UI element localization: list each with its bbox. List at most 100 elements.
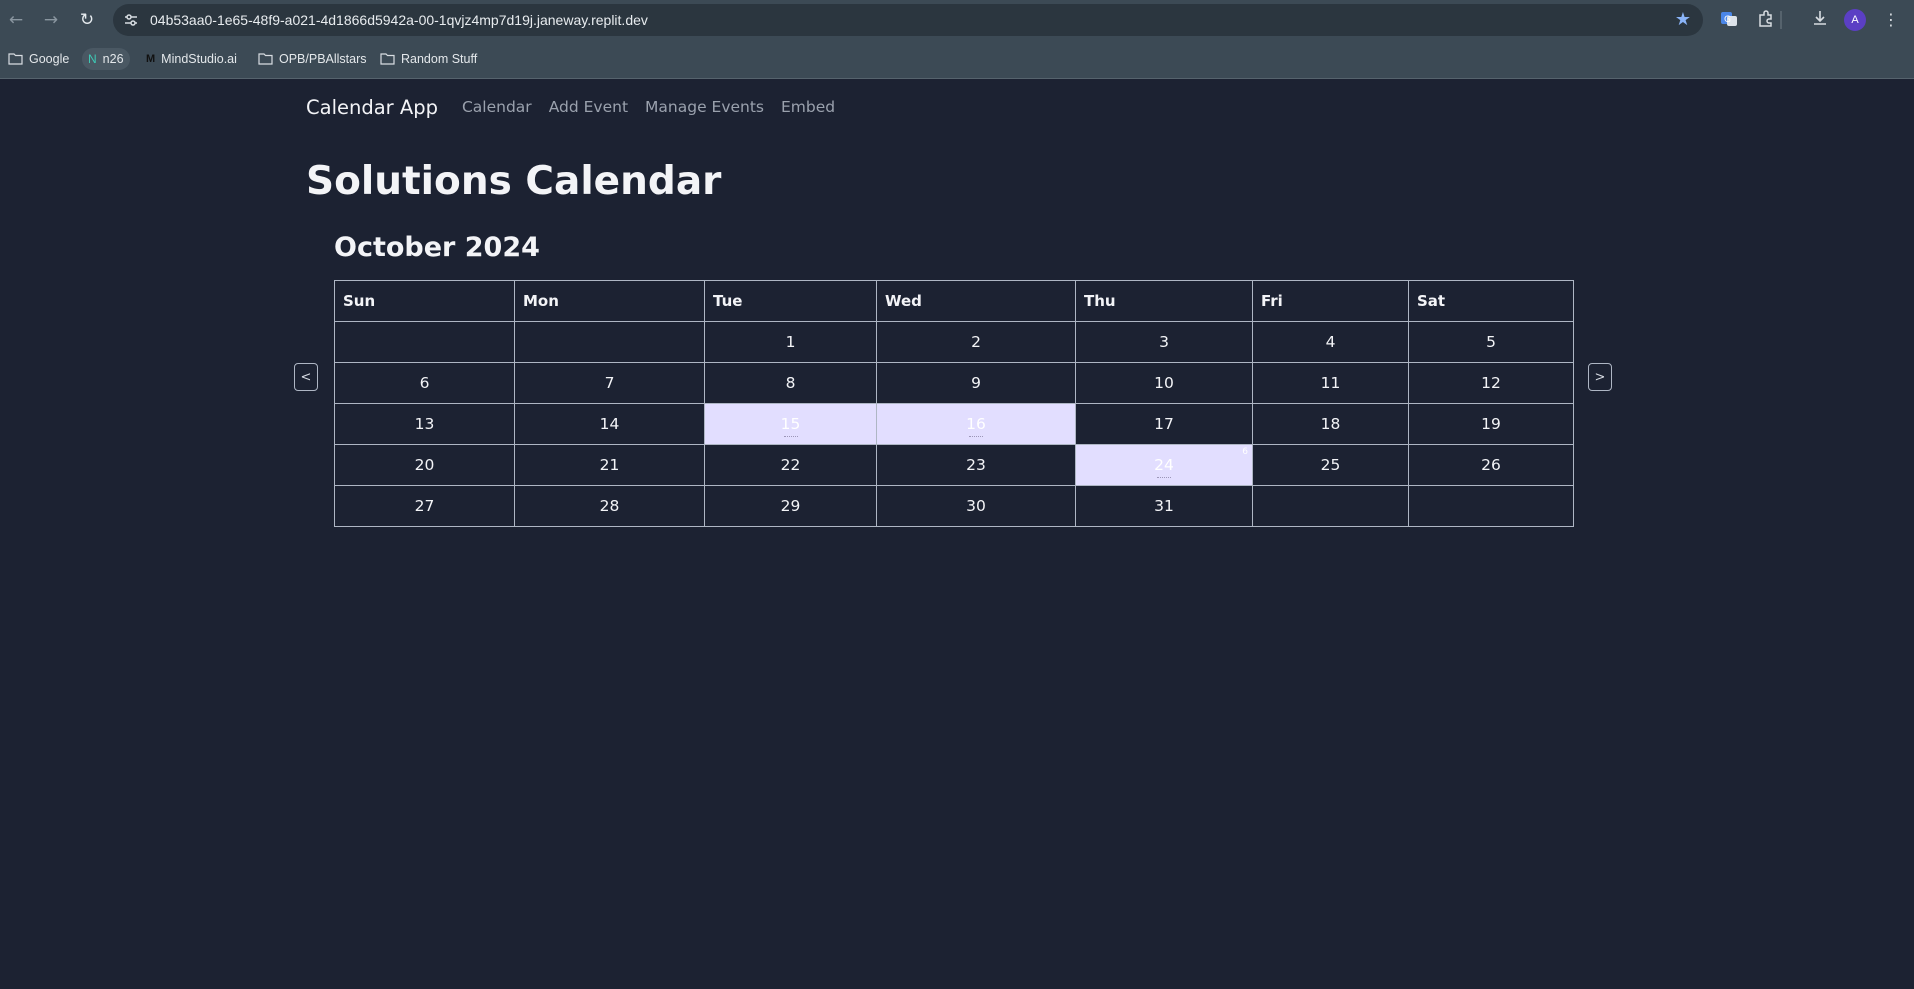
day-number: 2 [971, 333, 981, 351]
event-count-badge: 6 [1242, 447, 1248, 457]
day-number: 16 [966, 415, 986, 433]
nav-calendar[interactable]: Calendar [462, 98, 532, 116]
weekday-header-row: Sun Mon Tue Wed Thu Fri Sat [334, 280, 1574, 322]
day-number: 14 [599, 415, 620, 433]
reload-icon[interactable]: ↻ [76, 8, 98, 32]
prev-month-button[interactable]: < [294, 363, 318, 391]
bookmark-random-stuff[interactable]: Random Stuff [374, 48, 483, 70]
calendar-week-row: 1 2 3 4 5 [334, 321, 1574, 363]
calendar-day-cell[interactable]: 17 [1075, 403, 1253, 445]
day-number: 5 [1486, 333, 1496, 351]
bookmark-google[interactable]: Google [2, 48, 75, 70]
translate-icon[interactable]: G [1718, 9, 1740, 31]
calendar-day-cell[interactable]: 30 [876, 485, 1076, 527]
calendar-day-cell[interactable]: 4 [1252, 321, 1409, 363]
calendar-day-cell[interactable]: 18 [1252, 403, 1409, 445]
calendar-day-cell[interactable]: 1 [704, 321, 877, 363]
bookmark-label: n26 [102, 52, 124, 66]
calendar-day-cell-with-event[interactable]: 16 [876, 403, 1076, 445]
calendar-day-cell[interactable]: 10 [1075, 362, 1253, 404]
calendar-day-cell[interactable]: 23 [876, 444, 1076, 486]
weekday-header: Mon [514, 280, 705, 322]
day-number: 20 [414, 456, 435, 474]
calendar-day-cell[interactable]: 26 [1408, 444, 1574, 486]
app-brand[interactable]: Calendar App [306, 96, 438, 119]
calendar-day-cell[interactable]: 21 [514, 444, 705, 486]
calendar-day-cell[interactable]: 12 [1408, 362, 1574, 404]
toolbar-divider [1780, 11, 1782, 29]
calendar-day-cell[interactable]: 7 [514, 362, 705, 404]
bookmark-mindstudio[interactable]: M MindStudio.ai [140, 48, 243, 70]
calendar-day-cell[interactable]: 20 [334, 444, 515, 486]
calendar-day-cell[interactable]: 5 [1408, 321, 1574, 363]
day-number: 9 [971, 374, 981, 392]
day-number: 12 [1481, 374, 1501, 392]
day-number: 18 [1320, 415, 1341, 433]
calendar-day-cell[interactable]: 6 [334, 362, 515, 404]
calendar-empty-cell [1252, 485, 1409, 527]
star-icon[interactable]: ★ [1675, 9, 1691, 30]
forward-icon[interactable]: → [40, 8, 62, 32]
nav-add-event[interactable]: Add Event [549, 98, 628, 116]
nav-embed[interactable]: Embed [781, 98, 835, 116]
calendar-day-cell-with-event[interactable]: 24 6 [1075, 444, 1253, 486]
calendar-day-cell[interactable]: 22 [704, 444, 877, 486]
day-number: 10 [1154, 374, 1174, 392]
calendar-day-cell[interactable]: 27 [334, 485, 515, 527]
menu-icon[interactable]: ⋮ [1880, 9, 1902, 31]
bookmark-label: OPB/PBAllstars [279, 52, 367, 66]
calendar-day-cell[interactable]: 3 [1075, 321, 1253, 363]
day-number: 17 [1154, 415, 1174, 433]
calendar-day-cell[interactable]: 11 [1252, 362, 1409, 404]
calendar-day-cell-with-event[interactable]: 15 [704, 403, 877, 445]
calendar-week-row: 13 14 15 16 17 18 19 [334, 403, 1574, 445]
calendar-day-cell[interactable]: 29 [704, 485, 877, 527]
day-number: 30 [966, 497, 986, 515]
site-info-icon[interactable] [123, 12, 139, 28]
day-number: 28 [599, 497, 620, 515]
url-text[interactable]: 04b53aa0-1e65-48f9-a021-4d1866d5942a-00-… [150, 4, 648, 36]
svg-text:G: G [1724, 15, 1731, 25]
weekday-header: Wed [876, 280, 1076, 322]
profile-avatar[interactable]: A [1844, 9, 1866, 31]
next-month-button[interactable]: > [1588, 363, 1612, 391]
extensions-icon[interactable] [1755, 9, 1777, 31]
back-icon[interactable]: ← [5, 8, 27, 32]
calendar-grid: Sun Mon Tue Wed Thu Fri Sat 1 2 3 4 5 6 7 8 9 10 11 12 13 1… [334, 280, 1574, 527]
weekday-header: Fri [1252, 280, 1409, 322]
bookmark-n26[interactable]: N n26 [82, 48, 130, 70]
calendar-day-cell[interactable]: 25 [1252, 444, 1409, 486]
address-bar[interactable]: 04b53aa0-1e65-48f9-a021-4d1866d5942a-00-… [113, 4, 1703, 36]
calendar-day-cell[interactable]: 2 [876, 321, 1076, 363]
bookmark-label: MindStudio.ai [161, 52, 237, 66]
event-indicator[interactable] [1157, 477, 1171, 478]
day-number: 3 [1159, 333, 1169, 351]
calendar-day-cell[interactable]: 14 [514, 403, 705, 445]
day-number: 11 [1320, 374, 1341, 392]
calendar-day-cell[interactable]: 8 [704, 362, 877, 404]
calendar-day-cell[interactable]: 9 [876, 362, 1076, 404]
weekday-header: Tue [704, 280, 877, 322]
calendar-day-cell[interactable]: 31 [1075, 485, 1253, 527]
bookmark-label: Random Stuff [401, 52, 478, 66]
event-indicator[interactable] [783, 436, 798, 437]
folder-icon [258, 53, 273, 65]
day-number: 26 [1481, 456, 1501, 474]
day-number: 8 [785, 374, 796, 392]
event-indicator[interactable] [969, 436, 983, 437]
weekday-header: Thu [1075, 280, 1253, 322]
weekday-header: Sat [1408, 280, 1574, 322]
folder-icon [380, 53, 395, 65]
calendar-day-cell[interactable]: 19 [1408, 403, 1574, 445]
downloads-icon[interactable] [1809, 9, 1831, 31]
bookmark-opb[interactable]: OPB/PBAllstars [252, 48, 373, 70]
bookmark-label: Google [29, 52, 70, 66]
day-number: 1 [785, 333, 796, 351]
calendar-day-cell[interactable]: 13 [334, 403, 515, 445]
calendar-empty-cell [1408, 485, 1574, 527]
nav-manage-events[interactable]: Manage Events [645, 98, 764, 116]
calendar-day-cell[interactable]: 28 [514, 485, 705, 527]
calendar-week-row: 27 28 29 30 31 [334, 485, 1574, 527]
calendar-week-row: 20 21 22 23 24 6 25 26 [334, 444, 1574, 486]
calendar-body: 1 2 3 4 5 6 7 8 9 10 11 12 13 14 15 16 17 18 19 20 21 22 23 24 6… [334, 321, 1574, 527]
